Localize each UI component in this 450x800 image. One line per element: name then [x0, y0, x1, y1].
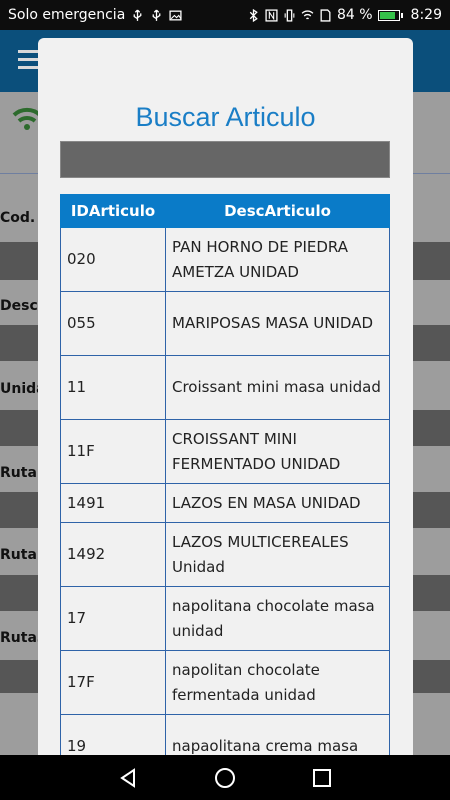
recent-apps-icon[interactable] — [311, 767, 333, 789]
table-row[interactable]: 1491 LAZOS EN MASA UNIDAD — [60, 483, 390, 523]
cell-desc: napolitana chocolate masa unidad — [165, 586, 390, 651]
cell-desc: PAN HORNO DE PIEDRA AMETZA UNIDAD — [165, 227, 390, 292]
table-header-row: IDArticulo DescArticulo — [60, 194, 390, 228]
sim-icon — [320, 8, 331, 22]
results-table: IDArticulo DescArticulo 020 PAN HORNO DE… — [60, 194, 390, 768]
cell-desc: LAZOS MULTICEREALES Unidad — [165, 522, 390, 587]
cell-desc: LAZOS EN MASA UNIDAD — [165, 483, 390, 523]
carrier-label: Solo emergencia — [8, 7, 126, 23]
usb-icon — [133, 9, 142, 21]
column-header-desc[interactable]: DescArticulo — [165, 194, 390, 228]
image-icon — [169, 10, 182, 20]
clock: 8:29 — [410, 7, 442, 23]
search-article-dialog: Buscar Articulo IDArticulo DescArticulo … — [38, 38, 413, 768]
cell-desc: CROISSANT MINI FERMENTADO UNIDAD — [165, 419, 390, 484]
table-row[interactable]: 17 napolitana chocolate masa unidad — [60, 586, 390, 651]
cell-desc: Croissant mini masa unidad — [165, 355, 390, 420]
dialog-title: Buscar Articulo — [135, 102, 316, 132]
table-row[interactable]: 020 PAN HORNO DE PIEDRA AMETZA UNIDAD — [60, 227, 390, 292]
battery-percent: 84 % — [336, 7, 373, 23]
status-bar: Solo emergencia 84 % 8:29 — [0, 0, 450, 30]
table-row[interactable]: 17F napolitan chocolate fermentada unida… — [60, 650, 390, 715]
cell-id: 17F — [60, 650, 166, 715]
cell-id: 020 — [60, 227, 166, 292]
cell-id: 11 — [60, 355, 166, 420]
cell-desc: napolitan chocolate fermentada unidad — [165, 650, 390, 715]
field-label-cod: Cod. — [0, 210, 36, 226]
table-row[interactable]: 055 MARIPOSAS MASA UNIDAD — [60, 291, 390, 356]
wifi-status-icon — [301, 9, 314, 19]
field-label-desc: Desc — [0, 298, 38, 314]
table-row[interactable]: 1492 LAZOS MULTICEREALES Unidad — [60, 522, 390, 587]
cell-id: 17 — [60, 586, 166, 651]
search-input[interactable] — [60, 141, 390, 178]
battery-icon — [377, 9, 403, 21]
cell-id: 1491 — [60, 483, 166, 523]
usb-debug-icon — [152, 9, 161, 21]
home-icon[interactable] — [214, 767, 236, 789]
navigation-bar — [0, 755, 450, 800]
nfc-icon — [265, 8, 278, 22]
bluetooth-icon — [249, 8, 258, 22]
table-row[interactable]: 11F CROISSANT MINI FERMENTADO UNIDAD — [60, 419, 390, 484]
cell-id: 11F — [60, 419, 166, 484]
cell-id: 1492 — [60, 522, 166, 587]
cell-id: 055 — [60, 291, 166, 356]
back-icon[interactable] — [117, 767, 139, 789]
menu-icon[interactable] — [18, 50, 40, 70]
table-row[interactable]: 11 Croissant mini masa unidad — [60, 355, 390, 420]
cell-desc: MARIPOSAS MASA UNIDAD — [165, 291, 390, 356]
column-header-id[interactable]: IDArticulo — [60, 194, 166, 228]
vibrate-icon — [284, 8, 295, 22]
